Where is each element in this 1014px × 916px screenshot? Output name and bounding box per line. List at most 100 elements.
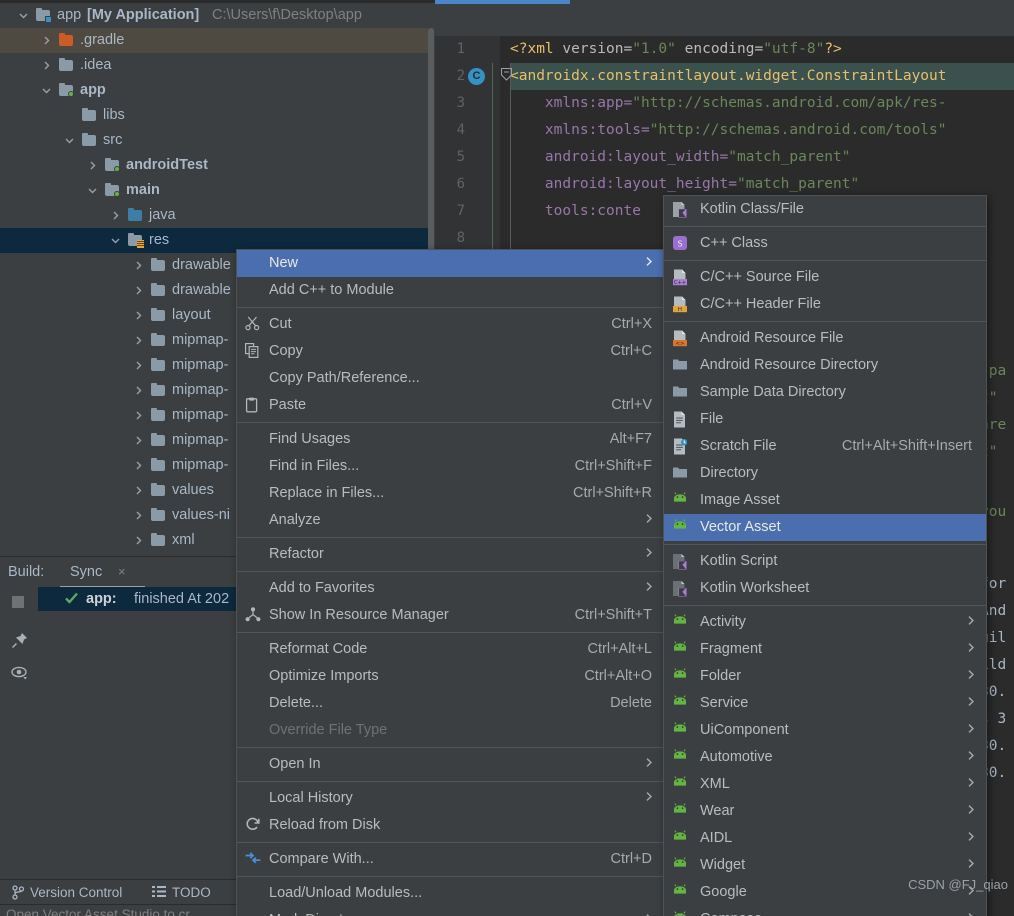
menu-item-label: Open In xyxy=(269,756,321,772)
menu-item-c-c-source-file[interactable]: C++ C/C++ Source File xyxy=(664,264,986,291)
menu-item-kotlin-worksheet[interactable]: Kotlin Worksheet xyxy=(664,575,986,602)
menu-item-analyze[interactable]: Analyze xyxy=(237,507,664,534)
menu-item-xml[interactable]: XML xyxy=(664,771,986,798)
menu-item-cut[interactable]: Cut Ctrl+X xyxy=(237,311,664,338)
tree-node-libs[interactable]: libs xyxy=(0,103,428,128)
chevron-down-icon[interactable] xyxy=(39,78,53,103)
menu-item-kotlin-script[interactable]: Kotlin Script xyxy=(664,548,986,575)
menu-item-file[interactable]: File xyxy=(664,406,986,433)
chevron-right-icon[interactable] xyxy=(108,203,122,228)
chevron-right-icon[interactable] xyxy=(131,503,145,528)
chevron-right-icon[interactable] xyxy=(131,528,145,553)
menu-item-activity[interactable]: Activity xyxy=(664,609,986,636)
menu-item-folder[interactable]: Folder xyxy=(664,663,986,690)
tree-node-main[interactable]: main xyxy=(0,178,428,203)
scratch-file-icon xyxy=(672,433,690,460)
menu-item-android-resource-file[interactable]: <> Android Resource File xyxy=(664,325,986,352)
tree-node-idea[interactable]: .idea xyxy=(0,53,428,78)
chevron-right-icon[interactable] xyxy=(131,453,145,478)
tree-node-java[interactable]: java xyxy=(0,203,428,228)
chevron-down-icon[interactable] xyxy=(16,3,30,28)
menu-item-mark-directory-as[interactable]: Mark Directory as xyxy=(237,907,664,916)
menu-item-find-in-files[interactable]: Find in Files... Ctrl+Shift+F xyxy=(237,453,664,480)
line-number: 7 xyxy=(456,203,465,219)
menu-item-replace-in-files[interactable]: Replace in Files... Ctrl+Shift+R xyxy=(237,480,664,507)
menu-item-delete[interactable]: Delete... Delete xyxy=(237,690,664,717)
tree-node-gradle[interactable]: .gradle xyxy=(0,28,428,53)
chevron-right-icon[interactable] xyxy=(131,253,145,278)
class-gutter-marker[interactable]: C xyxy=(468,68,485,85)
menu-item-widget[interactable]: Widget xyxy=(664,852,986,879)
close-icon[interactable]: × xyxy=(118,564,126,579)
tree-node-androidTest[interactable]: androidTest xyxy=(0,153,428,178)
menu-item-automotive[interactable]: Automotive xyxy=(664,744,986,771)
stop-icon[interactable] xyxy=(11,595,29,613)
menu-item-local-history[interactable]: Local History xyxy=(237,785,664,812)
menu-item-copy[interactable]: Copy Ctrl+C xyxy=(237,338,664,365)
folder-gray-green-badge-icon xyxy=(58,78,75,103)
chevron-right-icon[interactable] xyxy=(131,353,145,378)
menu-item-refactor[interactable]: Refactor xyxy=(237,541,664,568)
code-fold-marker[interactable] xyxy=(501,68,512,83)
menu-item-directory[interactable]: Directory xyxy=(664,460,986,487)
menu-item-show-in-resource-manager[interactable]: Show In Resource Manager Ctrl+Shift+T xyxy=(237,602,664,629)
pin-icon[interactable] xyxy=(11,631,29,649)
menu-item-image-asset[interactable]: Image Asset xyxy=(664,487,986,514)
chevron-down-icon[interactable] xyxy=(85,178,99,203)
chevron-right-icon[interactable] xyxy=(131,303,145,328)
code-text: xmlns:tools="http://schemas.android.com/… xyxy=(544,122,947,138)
chevron-right-icon[interactable] xyxy=(39,28,53,53)
menu-item-find-usages[interactable]: Find Usages Alt+F7 xyxy=(237,426,664,453)
tree-node-app[interactable]: app xyxy=(0,78,428,103)
chevron-down-icon[interactable] xyxy=(62,128,76,153)
eye-icon[interactable] xyxy=(11,665,29,683)
new-submenu[interactable]: Kotlin Class/File S C++ Class C++ C/C++ Sour… xyxy=(663,195,987,916)
menu-item-vector-asset[interactable]: Vector Asset xyxy=(664,514,986,541)
android-icon xyxy=(672,852,690,879)
chevron-right-icon[interactable] xyxy=(85,153,99,178)
chevron-right-icon[interactable] xyxy=(131,278,145,303)
chevron-right-icon[interactable] xyxy=(131,478,145,503)
menu-item-scratch-file[interactable]: Scratch File Ctrl+Alt+Shift+Insert xyxy=(664,433,986,460)
chevron-right-icon[interactable] xyxy=(131,403,145,428)
menu-item-reformat-code[interactable]: Reformat Code Ctrl+Alt+L xyxy=(237,636,664,663)
editor-tab-strip[interactable] xyxy=(435,0,1014,36)
menu-item-aidl[interactable]: AIDL xyxy=(664,825,986,852)
chevron-down-icon[interactable] xyxy=(108,228,122,253)
status-item-todo[interactable]: TODO xyxy=(172,885,211,900)
build-tab-sync[interactable]: Sync xyxy=(70,564,102,580)
menu-item-load-unload-modules[interactable]: Load/Unload Modules... xyxy=(237,880,664,907)
chevron-right-icon[interactable] xyxy=(131,378,145,403)
menu-item-c-c-header-file[interactable]: H C/C++ Header File xyxy=(664,291,986,318)
menu-separator xyxy=(237,422,664,423)
menu-item-add-c-to-module[interactable]: Add C++ to Module xyxy=(237,277,664,304)
status-item-version-control[interactable]: Version Control xyxy=(30,885,122,900)
menu-item-open-in[interactable]: Open In xyxy=(237,751,664,778)
menu-item-new[interactable]: New xyxy=(237,250,664,277)
menu-item-android-resource-directory[interactable]: Android Resource Directory xyxy=(664,352,986,379)
chevron-right-icon[interactable] xyxy=(131,328,145,353)
menu-item-compose[interactable]: Compose xyxy=(664,906,986,916)
chevron-right-icon[interactable] xyxy=(39,53,53,78)
menu-item-fragment[interactable]: Fragment xyxy=(664,636,986,663)
project-tree-scrollbar[interactable] xyxy=(428,28,434,263)
menu-item-kotlin-class-file[interactable]: Kotlin Class/File xyxy=(664,196,986,223)
menu-item-label: UiComponent xyxy=(700,722,789,738)
tree-node-app[interactable]: app [My Application] C:\Users\f\Desktop\ap… xyxy=(0,3,428,28)
folder-gray-icon xyxy=(150,328,167,353)
menu-item-paste[interactable]: Paste Ctrl+V xyxy=(237,392,664,419)
menu-item-reload-from-disk[interactable]: Reload from Disk xyxy=(237,812,664,839)
menu-item-uicomponent[interactable]: UiComponent xyxy=(664,717,986,744)
chevron-right-icon[interactable] xyxy=(131,428,145,453)
context-menu[interactable]: New Add C++ to Module Cut Ctrl+X Copy Ctrl+C C… xyxy=(236,249,665,916)
menu-item-optimize-imports[interactable]: Optimize Imports Ctrl+Alt+O xyxy=(237,663,664,690)
menu-item-sample-data-directory[interactable]: Sample Data Directory xyxy=(664,379,986,406)
menu-item-add-to-favorites[interactable]: Add to Favorites xyxy=(237,575,664,602)
tree-node-src[interactable]: src xyxy=(0,128,428,153)
menu-item-compare-with[interactable]: Compare With... Ctrl+D xyxy=(237,846,664,873)
build-toolbar[interactable] xyxy=(0,587,38,879)
menu-item-wear[interactable]: Wear xyxy=(664,798,986,825)
menu-item-service[interactable]: Service xyxy=(664,690,986,717)
menu-item-c-class[interactable]: S C++ Class xyxy=(664,230,986,257)
menu-item-copy-path-reference[interactable]: Copy Path/Reference... xyxy=(237,365,664,392)
